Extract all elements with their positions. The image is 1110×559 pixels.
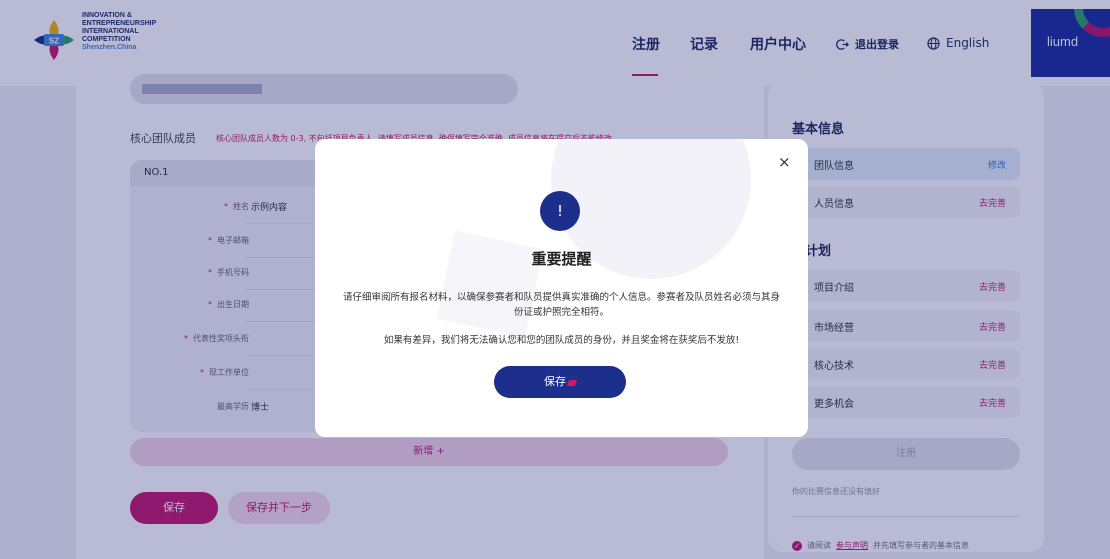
dialog-message: 请仔细审阅所有报名材料，以确保参赛者和队员提供真实准确的个人信息。参赛者及队员姓… (342, 292, 780, 318)
dialog-save-button[interactable]: 保存 (494, 366, 626, 398)
close-icon[interactable]: × (778, 153, 791, 171)
dialog-warning: 如果有差异，我们将无法确认您和您的团队成员的身份，并且奖金将在获奖后不发放! (383, 335, 740, 346)
dialog-title: 重要提醒 (531, 250, 592, 268)
warning-icon: ! (540, 191, 580, 231)
accent-mark-icon (566, 380, 578, 386)
dialog-save-label: 保存 (544, 375, 566, 388)
dialog-decoration (436, 230, 544, 338)
